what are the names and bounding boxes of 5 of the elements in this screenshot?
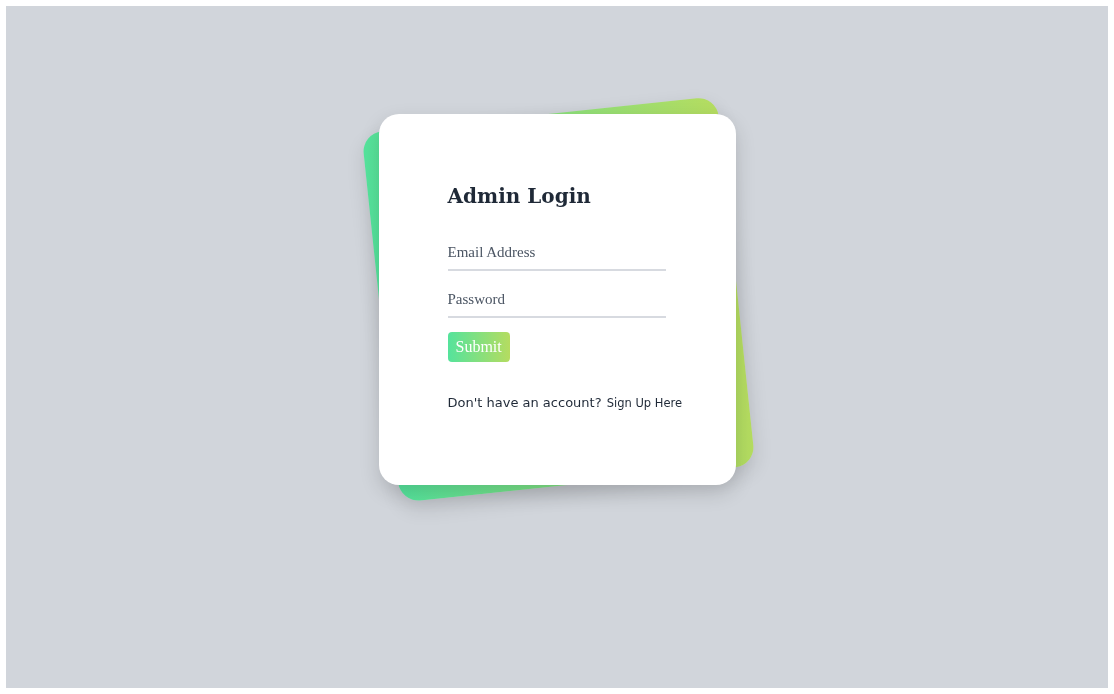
input-field[interactable]: Email Address: [447, 238, 666, 271]
signup-link[interactable]: Sign Up Here: [606, 396, 683, 410]
signup-prompt: Don't have an account?: [447, 395, 602, 410]
input-field[interactable]: Password: [447, 285, 666, 318]
form-title: Admin Login: [447, 184, 591, 208]
